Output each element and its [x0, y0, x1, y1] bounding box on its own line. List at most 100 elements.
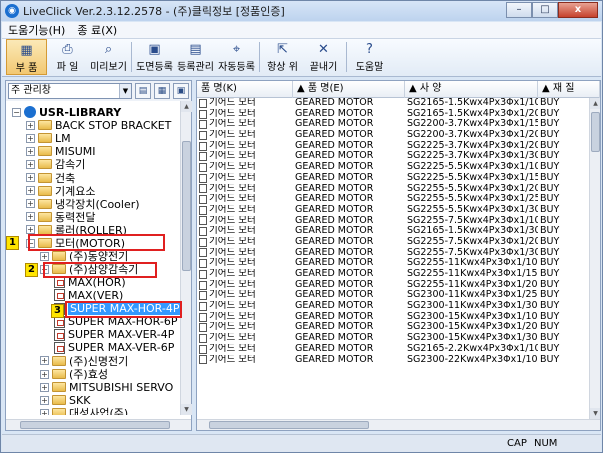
panel-tool-icon-2[interactable]: ▦	[154, 83, 170, 99]
scroll-up-icon[interactable]: ▲	[181, 101, 192, 112]
expand-icon[interactable]: +	[40, 369, 49, 379]
expand-icon[interactable]: +	[40, 408, 49, 415]
table-cell: GEARED MOTOR	[295, 279, 374, 290]
table-row[interactable]: 기어드 모터 GEARED MOTOR SG2255-11Kwx4Px3Φx1/10…	[197, 258, 589, 269]
expand-icon[interactable]: +	[40, 382, 49, 392]
table-row[interactable]: 기어드 모터 GEARED MOTOR SG2165-1.5Kwx4Px3Φx1/1…	[197, 98, 589, 109]
document-icon	[199, 312, 207, 322]
tree-scroll-thumb[interactable]	[182, 141, 191, 271]
title-bar[interactable]: ◉ LiveClick Ver.2.3.12.2578 - (주)클릭정보 [정…	[1, 1, 602, 21]
toolbar-button-7[interactable]: ✕ 끝내기	[303, 39, 344, 75]
view-select[interactable]: 주 관리창 ▼	[8, 83, 132, 99]
expand-icon[interactable]: +	[26, 120, 35, 130]
expand-icon[interactable]: +	[26, 146, 35, 156]
scroll-up-icon[interactable]: ▲	[590, 98, 600, 109]
panel-tool-icon-3[interactable]: ▣	[173, 83, 189, 99]
table-cell: SG2165-1.5Kwx4Px3Φx1/10	[407, 98, 538, 108]
scroll-down-icon[interactable]: ▼	[181, 404, 192, 415]
table-row[interactable]: 기어드 모터 GEARED MOTOR SG2255-7.5Kwx4Px3Φx1/3…	[197, 248, 589, 259]
toolbar-button-0[interactable]: ▦ 부 품	[6, 39, 47, 75]
tree-item[interactable]: + (주)효성	[40, 367, 108, 381]
table-cell: SG2255-5.5Kwx4Px3Φx1/30	[407, 204, 538, 215]
menu-exit[interactable]: 종 료(X)	[71, 22, 123, 38]
table-row[interactable]: 기어드 모터 GEARED MOTOR SG2255-7.5Kwx4Px3Φx1/2…	[197, 237, 589, 248]
table-row[interactable]: 기어드 모터 GEARED MOTOR SG2225-5.5Kwx4Px3Φx1/1…	[197, 162, 589, 173]
panel-tool-icon-1[interactable]: ▤	[135, 83, 151, 99]
library-panel: 주 관리창 ▼ ▤ ▦ ▣ − USR-LIBRARY + BACK STOP BRA…	[5, 80, 192, 431]
tree-item[interactable]: − USR-LIBRARY	[12, 105, 121, 119]
table-cell: 기어드 모터	[197, 344, 293, 355]
table-row[interactable]: 기어드 모터 GEARED MOTOR SG2300-15Kwx4Px3Φx1/30…	[197, 333, 589, 344]
table-row[interactable]: 기어드 모터 GEARED MOTOR SG2300-11Kwx4Px3Φx1/30…	[197, 301, 589, 312]
expand-icon[interactable]: +	[26, 159, 35, 169]
column-header-name-e[interactable]: ▲ 품 명(E)	[293, 81, 405, 98]
table-cell: 기어드 모터	[197, 280, 293, 291]
column-header-material[interactable]: ▲ 재 질	[538, 81, 600, 98]
table-row[interactable]: 기어드 모터 GEARED MOTOR SG2255-7.5Kwx4Px3Φx1/1…	[197, 216, 589, 227]
folder-icon	[52, 382, 66, 393]
table-row[interactable]: 기어드 모터 GEARED MOTOR SG2255-5.5Kwx4Px3Φx1/3…	[197, 205, 589, 216]
toolbar-button-1[interactable]: ⎙ 파 일	[47, 39, 88, 75]
table-cell: BUY	[540, 322, 560, 333]
table-row[interactable]: 기어드 모터 GEARED MOTOR SG2300-15Kwx4Px3Φx1/20…	[197, 322, 589, 333]
document-icon	[199, 109, 207, 119]
maximize-button[interactable]: □	[532, 2, 558, 18]
column-header-name-k[interactable]: 품 명(K)	[197, 81, 293, 98]
table-row[interactable]: 기어드 모터 GEARED MOTOR SG2225-3.7Kwx4Px3Φx1/2…	[197, 141, 589, 152]
expand-icon[interactable]: +	[26, 173, 35, 182]
table-row[interactable]: 기어드 모터 GEARED MOTOR SG2300-15Kwx4Px3Φx1/10…	[197, 312, 589, 323]
column-header-spec[interactable]: ▲ 사 양	[405, 81, 538, 98]
toolbar-button-6[interactable]: ⇱ 항상 위	[262, 39, 303, 75]
table-row[interactable]: 기어드 모터 GEARED MOTOR SG2255-5.5Kwx4Px3Φx1/2…	[197, 184, 589, 195]
tree-horizontal-scrollbar[interactable]	[6, 419, 191, 430]
table-row[interactable]: 기어드 모터 GEARED MOTOR SG2200-3.7Kwx4Px3Φx1/1…	[197, 119, 589, 130]
scroll-down-icon[interactable]: ▼	[590, 408, 600, 419]
expand-icon[interactable]: +	[40, 251, 49, 261]
expand-icon[interactable]: +	[26, 186, 35, 196]
expand-icon[interactable]: +	[26, 199, 35, 209]
tree-vertical-scrollbar[interactable]: ▲ ▼	[180, 101, 192, 415]
toolbar-button-8[interactable]: ? 도움말	[349, 39, 390, 75]
minimize-button[interactable]: –	[506, 2, 532, 18]
grid-vertical-scrollbar[interactable]: ▲ ▼	[589, 98, 600, 419]
tree-item[interactable]: + LM	[26, 131, 71, 145]
menu-help[interactable]: 도움기능(H)	[2, 22, 71, 38]
toolbar-button-3[interactable]: ▣ 도면등록	[134, 39, 175, 75]
grid-hscroll-thumb[interactable]	[209, 421, 369, 429]
table-row[interactable]: 기어드 모터 GEARED MOTOR SG2255-11Kwx4Px3Φx1/20…	[197, 280, 589, 291]
table-row[interactable]: 기어드 모터 GEARED MOTOR SG2225-3.7Kwx4Px3Φx1/3…	[197, 151, 589, 162]
tree-item[interactable]: + BACK STOP BRACKET	[26, 118, 171, 132]
toolbar-button-4[interactable]: ▤ 등록관리	[175, 39, 216, 75]
tree-hscroll-thumb[interactable]	[20, 421, 170, 429]
toolbar-button-2[interactable]: ⌕ 미리보기	[88, 39, 129, 75]
close-button[interactable]: x	[558, 2, 598, 18]
tree-item[interactable]: SUPER MAX-VER-4P	[54, 328, 174, 342]
table-row[interactable]: 기어드 모터 GEARED MOTOR SG2300-22Kwx4Px3Φx1/10…	[197, 355, 589, 366]
toolbar-separator	[346, 42, 347, 72]
grid-scroll-thumb[interactable]	[591, 112, 600, 152]
table-cell: SG2225-3.7Kwx4Px3Φx1/30	[407, 151, 538, 162]
table-row[interactable]: 기어드 모터 GEARED MOTOR SG2300-11Kwx4Px3Φx1/25…	[197, 290, 589, 301]
table-row[interactable]: 기어드 모터 GEARED MOTOR SG2165-1.5Kwx4Px3Φx1/2…	[197, 109, 589, 120]
table-row[interactable]: 기어드 모터 GEARED MOTOR SG2165-2.2Kwx4Px3Φx1/1…	[197, 344, 589, 355]
collapse-icon[interactable]: −	[12, 107, 21, 117]
expand-icon[interactable]: +	[40, 395, 49, 405]
expand-icon[interactable]: +	[40, 356, 49, 366]
toolbar-button-5[interactable]: ⌖ 자동등록	[216, 39, 257, 75]
table-row[interactable]: 기어드 모터 GEARED MOTOR SG2165-1.5Kwx4Px3Φx1/3…	[197, 226, 589, 237]
tree-item[interactable]: + 대성사업(주)	[40, 406, 128, 415]
chevron-down-icon[interactable]: ▼	[119, 84, 131, 98]
grid-horizontal-scrollbar[interactable]	[197, 419, 600, 430]
table-row[interactable]: 기어드 모터 GEARED MOTOR SG2255-5.5Kwx4Px3Φx1/2…	[197, 194, 589, 205]
view-select-value: 주 관리창	[11, 85, 51, 96]
app-logo-icon: ◉	[5, 4, 19, 18]
toolbar-button-label: 파 일	[56, 62, 79, 73]
expand-icon[interactable]: +	[26, 212, 35, 222]
table-row[interactable]: 기어드 모터 GEARED MOTOR SG2255-11Kwx4Px3Φx1/15…	[197, 269, 589, 280]
table-cell: SG2255-11Kwx4Px3Φx1/15	[407, 269, 538, 279]
table-cell: GEARED MOTOR	[295, 226, 374, 237]
tree-item[interactable]: + MITSUBISHI SERVO	[40, 380, 173, 394]
expand-icon[interactable]: +	[26, 133, 35, 143]
table-row[interactable]: 기어드 모터 GEARED MOTOR SG2200-3.7Kwx4Px3Φx1/2…	[197, 130, 589, 141]
table-row[interactable]: 기어드 모터 GEARED MOTOR SG2225-5.5Kwx4Px3Φx1/1…	[197, 173, 589, 184]
